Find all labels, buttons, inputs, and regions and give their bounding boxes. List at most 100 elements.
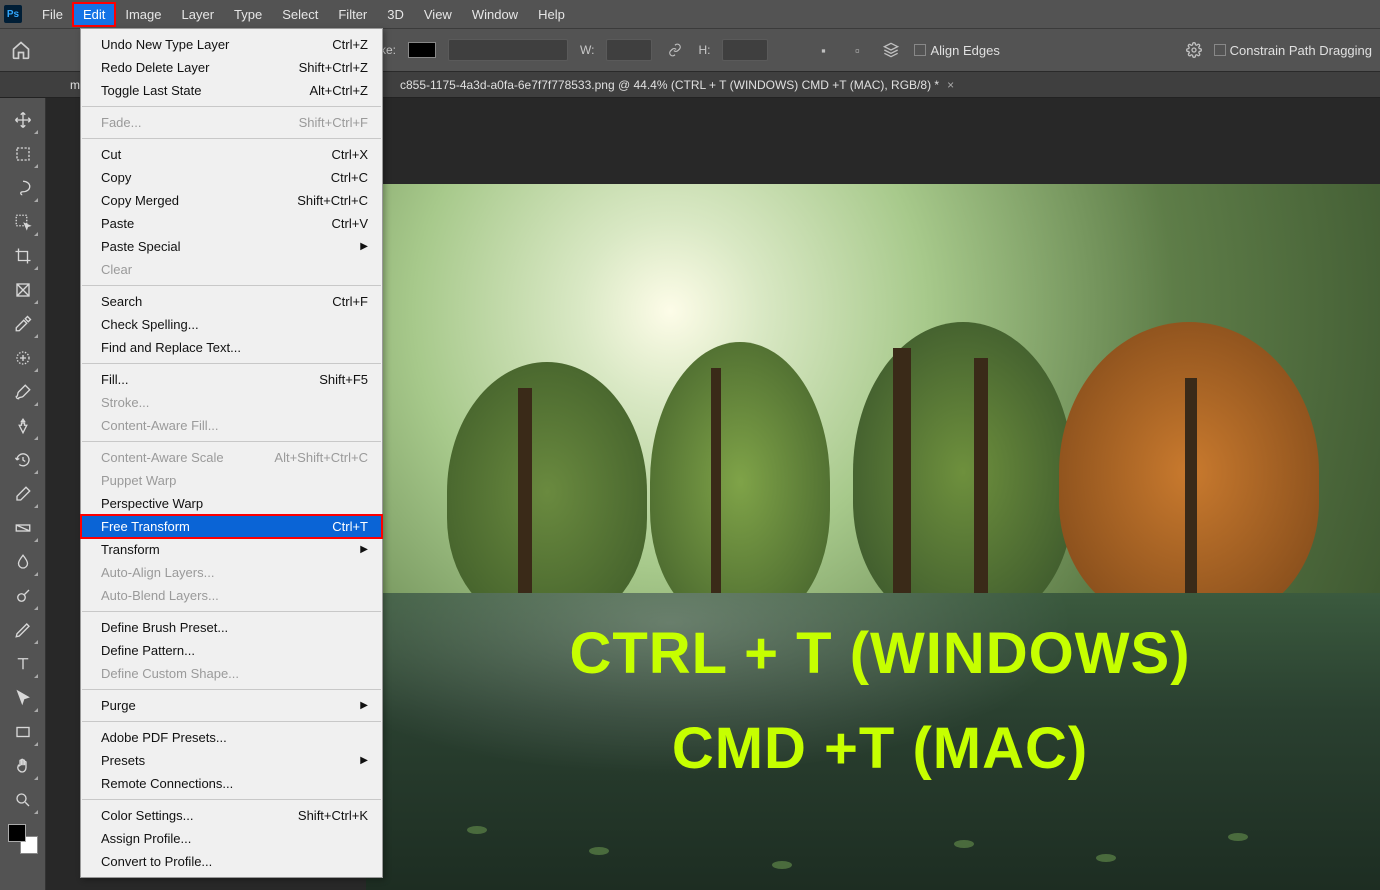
tool-pen[interactable] (6, 614, 40, 646)
menu-edit[interactable]: Edit (73, 3, 115, 26)
menu-item-free-transform[interactable]: Free TransformCtrl+T (81, 515, 382, 538)
tool-clone[interactable] (6, 410, 40, 442)
tool-crop[interactable] (6, 240, 40, 272)
tool-brush[interactable] (6, 376, 40, 408)
menu-type[interactable]: Type (224, 3, 272, 26)
menu-item-clear: Clear (81, 258, 382, 281)
tool-history-brush[interactable] (6, 444, 40, 476)
menu-item-cut[interactable]: CutCtrl+X (81, 143, 382, 166)
menu-item-find-and-replace-text[interactable]: Find and Replace Text... (81, 336, 382, 359)
tool-lasso[interactable] (6, 172, 40, 204)
menu-filter[interactable]: Filter (328, 3, 377, 26)
canvas-image (366, 184, 1380, 890)
menu-layer[interactable]: Layer (172, 3, 225, 26)
menu-item-shortcut: Shift+F5 (319, 371, 368, 388)
link-icon[interactable] (664, 39, 686, 61)
height-input[interactable] (722, 39, 768, 61)
gear-icon[interactable] (1186, 42, 1202, 58)
menu-item-label: Fade... (101, 114, 141, 131)
menu-image[interactable]: Image (115, 3, 171, 26)
menu-select[interactable]: Select (272, 3, 328, 26)
align-icon-1[interactable]: ▪ (812, 39, 834, 61)
document-tab-2[interactable]: c855-1175-4a3d-a0fa-6e7f7f778533.png @ 4… (390, 74, 964, 96)
stroke-swatch[interactable] (408, 42, 436, 58)
tool-frame[interactable] (6, 274, 40, 306)
menu-item-copy[interactable]: Copy Ctrl+C (81, 166, 382, 189)
tool-eyedropper[interactable] (6, 308, 40, 340)
menu-item-label: Copy Merged (101, 192, 179, 209)
tool-marquee[interactable] (6, 138, 40, 170)
layers-stack-icon[interactable] (880, 39, 902, 61)
menu-item-label: Free Transform (101, 518, 190, 535)
menu-item-adobe-pdf-presets[interactable]: Adobe PDF Presets... (81, 726, 382, 749)
menu-item-toggle-last-state[interactable]: Toggle Last StateAlt+Ctrl+Z (81, 79, 382, 102)
menu-separator (82, 285, 381, 286)
menu-item-assign-profile[interactable]: Assign Profile... (81, 827, 382, 850)
menu-item-undo-new-type-layer[interactable]: Undo New Type LayerCtrl+Z (81, 33, 382, 56)
menu-item-shortcut: Alt+Shift+Ctrl+C (274, 449, 368, 466)
tool-dodge[interactable] (6, 580, 40, 612)
menu-item-define-pattern[interactable]: Define Pattern... (81, 639, 382, 662)
menu-item-shortcut: Ctrl+C (331, 169, 368, 186)
constrain-checkbox[interactable]: Constrain Path Dragging (1214, 43, 1372, 58)
menu-help[interactable]: Help (528, 3, 575, 26)
align-edges-checkbox[interactable]: Align Edges (914, 43, 999, 58)
menu-item-presets[interactable]: Presets▶ (81, 749, 382, 772)
menu-item-label: Transform (101, 541, 160, 558)
menu-item-search[interactable]: SearchCtrl+F (81, 290, 382, 313)
tool-path-select[interactable] (6, 682, 40, 714)
overlay-line-1: CTRL + T (WINDOWS) (430, 620, 1330, 687)
submenu-arrow-icon: ▶ (360, 697, 368, 714)
menu-item-define-brush-preset[interactable]: Define Brush Preset... (81, 616, 382, 639)
align-icon-2[interactable]: ▫ (846, 39, 868, 61)
menu-item-paste[interactable]: PasteCtrl+V (81, 212, 382, 235)
menu-item-paste-special[interactable]: Paste Special▶ (81, 235, 382, 258)
menu-item-check-spelling[interactable]: Check Spelling... (81, 313, 382, 336)
submenu-arrow-icon: ▶ (360, 752, 368, 769)
edit-menu-dropdown: Undo New Type LayerCtrl+ZRedo Delete Lay… (80, 28, 383, 878)
menu-item-remote-connections[interactable]: Remote Connections... (81, 772, 382, 795)
menu-item-label: Copy (101, 169, 131, 186)
close-tab-icon[interactable]: × (947, 78, 954, 92)
align-edges-label: Align Edges (930, 43, 999, 58)
tool-gradient[interactable] (6, 512, 40, 544)
tool-healing[interactable] (6, 342, 40, 374)
tool-eraser[interactable] (6, 478, 40, 510)
menu-item-shortcut: Shift+Ctrl+K (298, 807, 368, 824)
stroke-width-input[interactable] (448, 39, 568, 61)
overlay-line-2: CMD +T (MAC) (430, 715, 1330, 782)
menu-item-label: Stroke... (101, 394, 149, 411)
menu-item-redo-delete-layer[interactable]: Redo Delete LayerShift+Ctrl+Z (81, 56, 382, 79)
menu-item-shortcut: Shift+Ctrl+C (297, 192, 368, 209)
menu-item-fill[interactable]: Fill...Shift+F5 (81, 368, 382, 391)
menu-item-label: Define Custom Shape... (101, 665, 239, 682)
menu-item-content-aware-scale: Content-Aware ScaleAlt+Shift+Ctrl+C (81, 446, 382, 469)
tool-rectangle[interactable] (6, 716, 40, 748)
fg-bg-swatch[interactable] (8, 824, 38, 854)
menu-separator (82, 106, 381, 107)
menu-item-copy-merged[interactable]: Copy Merged Shift+Ctrl+C (81, 189, 382, 212)
menu-file[interactable]: File (32, 3, 73, 26)
menu-item-perspective-warp[interactable]: Perspective Warp (81, 492, 382, 515)
menu-item-convert-to-profile[interactable]: Convert to Profile... (81, 850, 382, 873)
menu-item-label: Auto-Align Layers... (101, 564, 214, 581)
menu-separator (82, 441, 381, 442)
menu-item-transform[interactable]: Transform▶ (81, 538, 382, 561)
home-icon[interactable] (8, 37, 34, 63)
menu-window[interactable]: Window (462, 3, 528, 26)
tool-object-select[interactable] (6, 206, 40, 238)
menu-view[interactable]: View (414, 3, 462, 26)
tool-move[interactable] (6, 104, 40, 136)
tool-type[interactable] (6, 648, 40, 680)
menu-3d[interactable]: 3D (377, 3, 414, 26)
tool-zoom[interactable] (6, 784, 40, 816)
tool-blur[interactable] (6, 546, 40, 578)
menu-item-stroke: Stroke... (81, 391, 382, 414)
menu-item-define-custom-shape: Define Custom Shape... (81, 662, 382, 685)
menu-item-label: Toggle Last State (101, 82, 201, 99)
width-input[interactable] (606, 39, 652, 61)
menu-item-content-aware-fill: Content-Aware Fill... (81, 414, 382, 437)
tool-hand[interactable] (6, 750, 40, 782)
menu-item-color-settings[interactable]: Color Settings...Shift+Ctrl+K (81, 804, 382, 827)
menu-item-purge[interactable]: Purge▶ (81, 694, 382, 717)
